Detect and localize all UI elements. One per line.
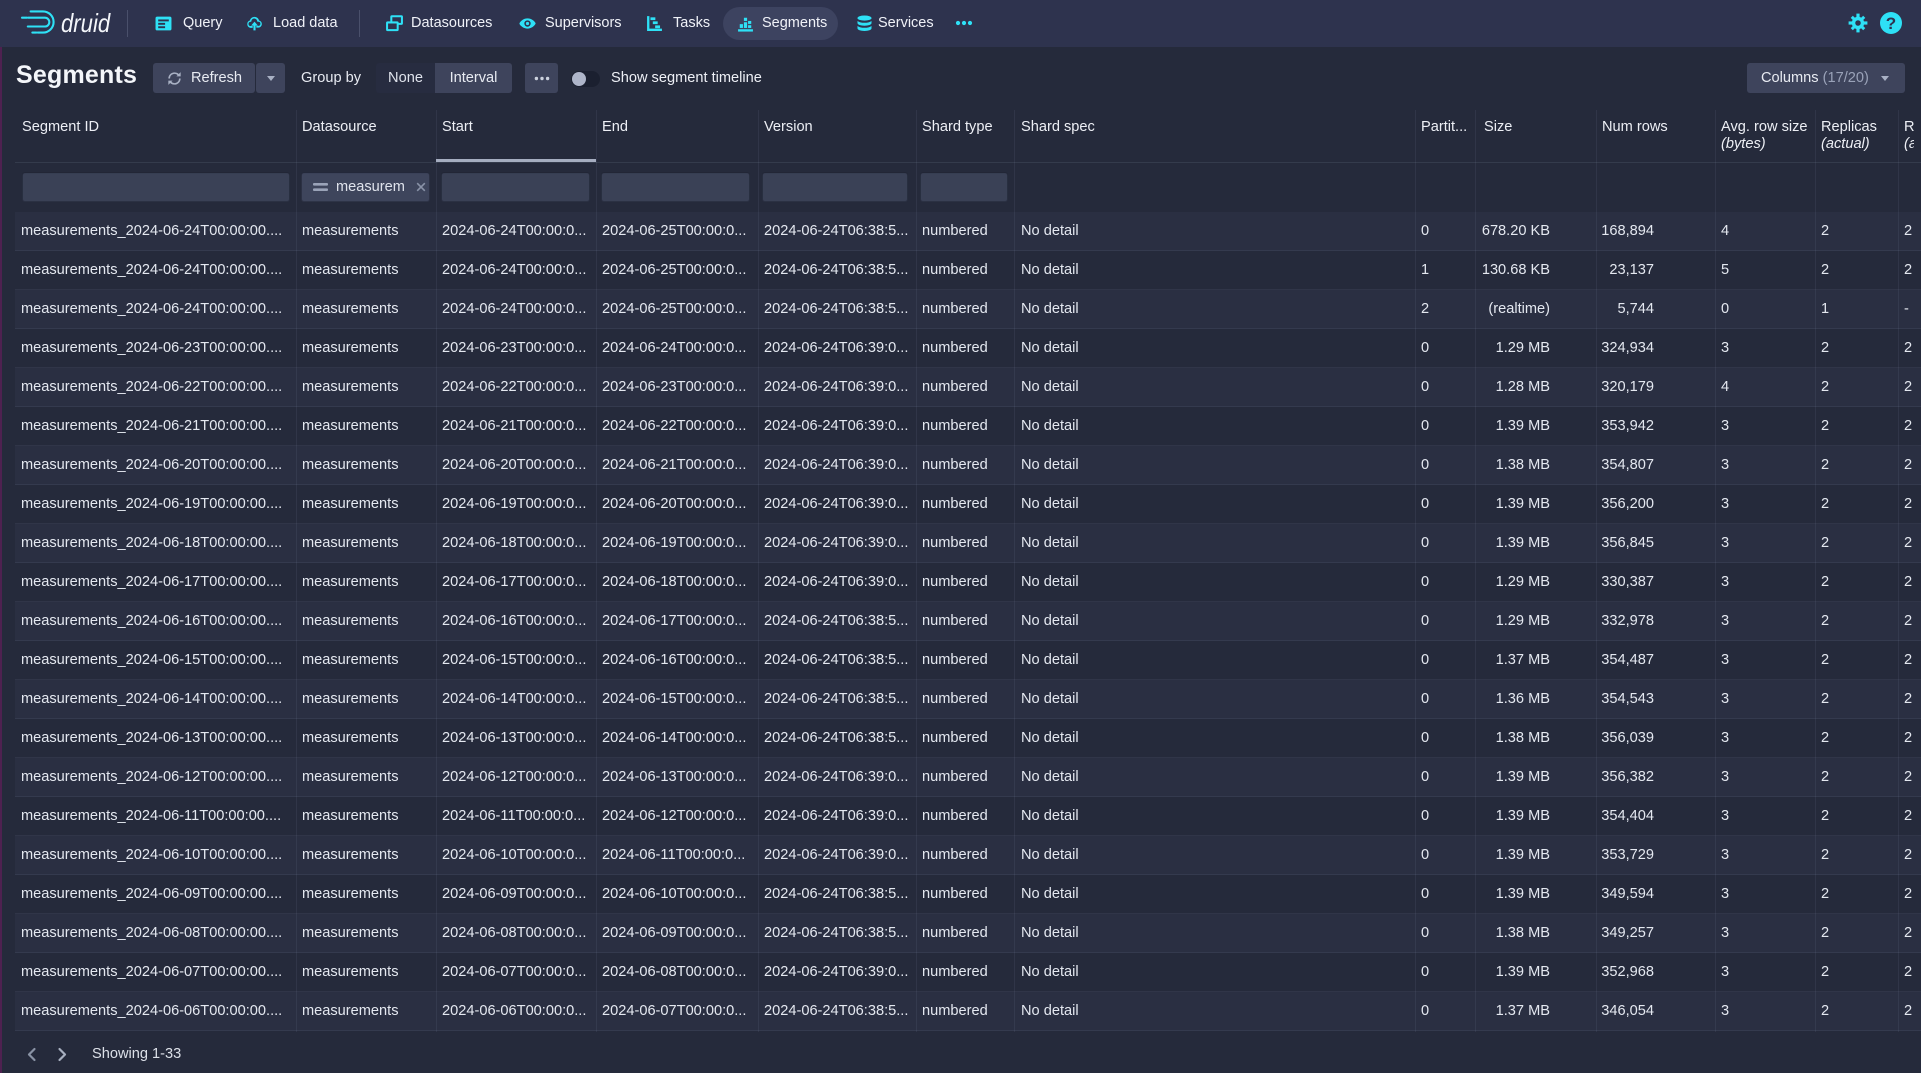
svg-text:?: ? <box>1886 14 1896 33</box>
